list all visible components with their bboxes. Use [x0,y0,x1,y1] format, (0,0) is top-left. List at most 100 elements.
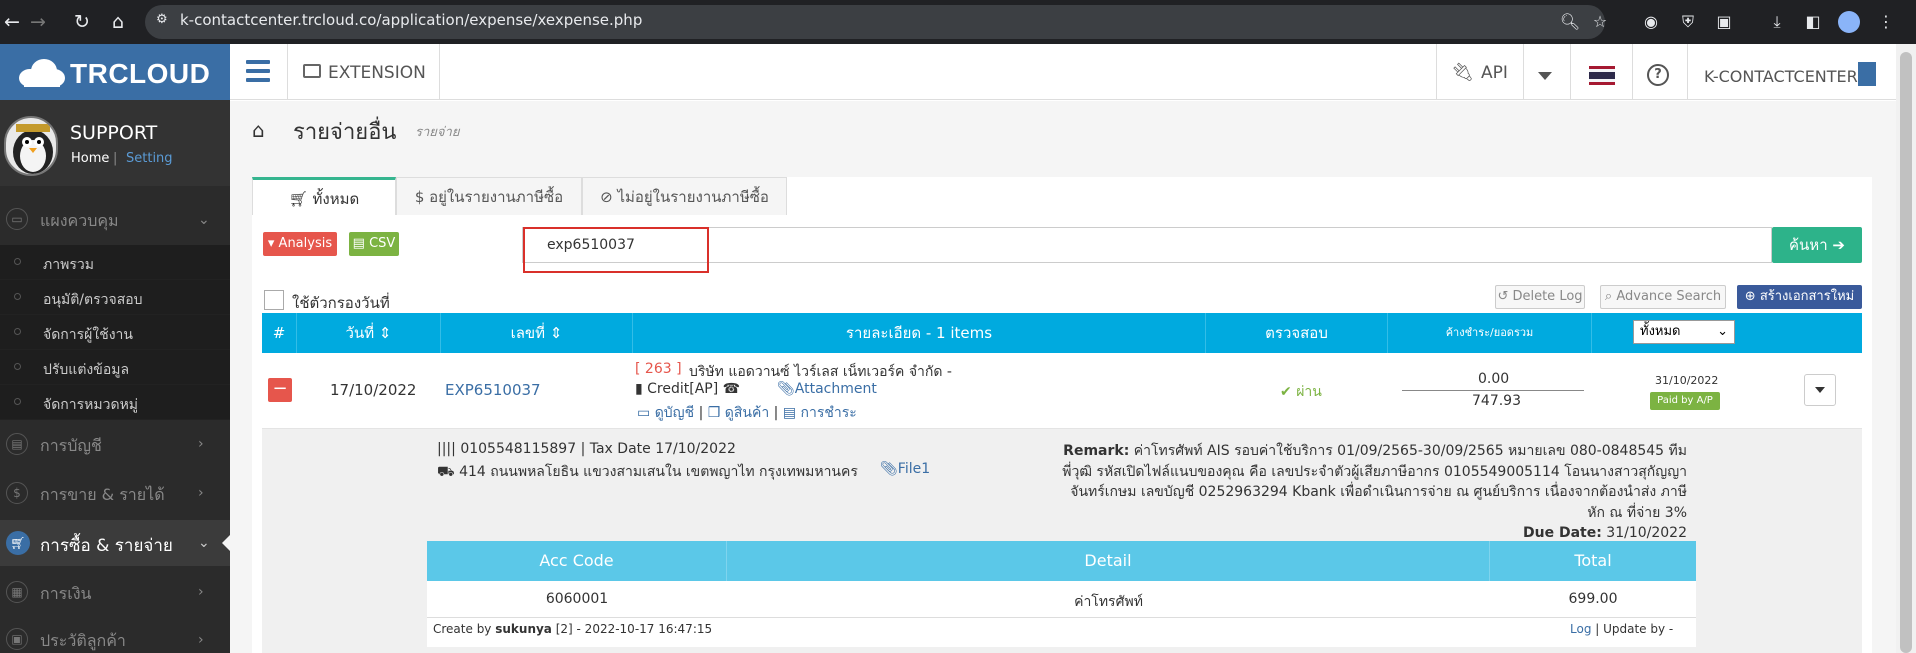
tab-label: ไม่อยู่ในรายงานภาษีซื้อ [617,188,769,206]
header-date[interactable]: วันที่ ⇕ [297,313,441,353]
sidebar-subitem-label: จัดการผู้ใช้งาน [43,327,133,343]
header-check: ตรวจสอบ [1206,313,1388,353]
tab-label: อยู่ในรายงานภาษีซื้อ [429,188,564,206]
status-filter-select[interactable]: ทั้งหมด ⌄ [1633,320,1735,344]
chevron-down-icon: ⌄ [1717,324,1728,339]
header-divider [1436,44,1437,100]
search-icon: ⌕ [1604,289,1617,304]
delete-log-button[interactable]: ↺ Delete Log [1495,285,1585,309]
item-total: 699.00 [1568,591,1618,607]
link-separator: | [773,405,783,421]
tab-in-tax-report[interactable]: $ อยู่ในรายงานภาษีซื้อ [396,177,582,215]
sidebar-item-finance[interactable] [0,570,230,616]
view-account-link[interactable]: ดูบัญชี [655,405,694,421]
caret-down-icon[interactable] [1538,72,1552,80]
bullet-icon [14,328,21,335]
sidebar-label-accounting: การบัญชี [40,436,102,455]
tab-not-in-tax-report[interactable]: ⊘ ไม่อยู่ในรายงานภาษีซื้อ [582,177,787,215]
remark-text: ค่าโทรศัพท์ AIS รอบค่าใช้บริการ 01/09/25… [1062,443,1687,521]
thai-flag-icon[interactable] [1589,66,1615,85]
bullet-icon [14,258,21,265]
extensions-puzzle-icon[interactable]: ▣ [1713,11,1735,33]
credit-label: Credit[AP] [647,381,719,397]
profile-setting-link[interactable]: Setting [126,151,173,166]
sidebar-subitem-overview[interactable] [0,245,230,280]
desktop-icon: ▭ [637,405,655,421]
due-date-label: Due Date: [1523,525,1602,541]
date-filter-checkbox[interactable] [264,290,284,310]
api-link[interactable]: API [1481,63,1508,83]
browser-menu-icon[interactable]: ⋮ [1875,11,1897,33]
row-due-date: 31/10/2022 [1655,374,1719,387]
attachment-label: Attachment [794,381,877,397]
created-by: Create by sukunya [2] - 2022-10-17 16:47… [433,622,712,636]
credit-info: ▮ Credit[AP] ☎ [635,381,740,397]
home-icon[interactable]: ⌂ [252,118,265,142]
remark-label: Remark: [1063,443,1130,459]
create-suffix: [2] - 2022-10-17 16:47:15 [551,622,713,636]
row-balance: 0.00 [1478,371,1510,387]
hamburger-menu-icon[interactable] [246,60,270,82]
card-icon: ▤ [782,405,801,421]
url-text[interactable]: k-contactcenter.trcloud.co/application/e… [180,11,642,29]
side-panel-icon[interactable]: ◧ [1802,11,1824,33]
due-date-value: 31/10/2022 [1606,525,1687,541]
status-label: ผ่าน [1296,384,1322,400]
create-user: sukunya [495,622,552,636]
sidebar-subitem-label: ภาพรวม [43,257,94,273]
barcode-icon: |||| [437,441,461,457]
audit-links: Log | Update by - [1570,622,1673,636]
tab-label: ทั้งหมด [312,190,360,208]
collapse-row-button[interactable]: − [268,378,292,402]
remark-block: Remark: ค่าโทรศัพท์ AIS รอบค่าใช้บริการ … [1060,441,1687,544]
logo-text[interactable]: TRCLOUD [70,58,210,90]
cart-icon: 🛒︎ [288,190,313,208]
sidebar-item-accounting[interactable] [0,420,230,466]
file-icon: ▤ [352,236,370,251]
dollar-icon: $ [6,482,28,504]
sidebar-subitem-label: อนุมัติ/ตรวจสอบ [43,292,143,308]
site-info-icon[interactable]: ⚙ [156,12,170,32]
file-link[interactable]: 📎︎File1 [880,461,930,477]
search-button[interactable]: ค้นหา ➔ [1772,227,1862,263]
search-input[interactable] [522,227,1772,263]
chevron-right-icon: › [198,436,204,452]
advance-search-button[interactable]: ⌕ Advance Search [1600,285,1726,309]
log-link[interactable]: Log [1570,622,1591,636]
row-total: 747.93 [1472,393,1521,409]
scrollbar-thumb[interactable] [1900,52,1912,653]
help-icon[interactable]: ? [1647,64,1669,86]
row-date: 17/10/2022 [330,381,417,399]
company-name[interactable]: K-CONTACTCENTER [1704,67,1858,86]
sidebar-label-dashboard: แผงควบคุม [40,211,119,230]
item-detail: ค่าโทรศัพท์ [1074,594,1143,610]
caret-down-icon [1815,387,1825,393]
header-docno[interactable]: เลขที่ ⇕ [441,313,633,353]
forward-icon[interactable]: → [26,10,50,34]
ban-icon: ⊘ [600,188,618,206]
payment-link[interactable]: การชำระ [801,405,857,421]
arrow-circle-right-icon: ➔ [1827,236,1845,254]
csv-button[interactable]: ▤ CSV [349,232,399,256]
bookmark-star-icon[interactable]: ☆ [1589,11,1611,33]
book-icon: ▮ [635,381,648,397]
zoom-icon[interactable]: 🔍︎ [1559,11,1581,33]
reload-icon[interactable]: ↻ [70,10,94,34]
profile-home-link[interactable]: Home [71,151,109,166]
tab-all[interactable]: 🛒︎ ทั้งหมด [252,177,396,215]
home-browser-icon[interactable]: ⌂ [106,10,130,34]
view-product-link[interactable]: ดูสินค้า [725,405,769,421]
back-icon[interactable]: ← [0,10,24,34]
create-new-button[interactable]: ⊕ สร้างเอกสารใหม่ [1737,285,1862,309]
attachment-link[interactable]: 📎︎Attachment [777,381,877,397]
active-indicator [222,535,230,551]
extension-link[interactable]: EXTENSION [328,63,426,83]
cloud-logo-icon [19,59,65,87]
tax-id-line: |||| 0105548115897 | Tax Date 17/10/2022 [437,441,736,457]
profile-icon[interactable] [1838,11,1860,33]
extension-chat-icon[interactable]: ◉ [1640,11,1662,33]
row-docno-link[interactable]: EXP6510037 [445,381,541,399]
analysis-button[interactable]: ▾ Analysis [263,232,337,256]
download-icon[interactable]: ⤓ [1766,11,1788,33]
extension-shield-icon[interactable]: ⛨ [1677,11,1699,33]
